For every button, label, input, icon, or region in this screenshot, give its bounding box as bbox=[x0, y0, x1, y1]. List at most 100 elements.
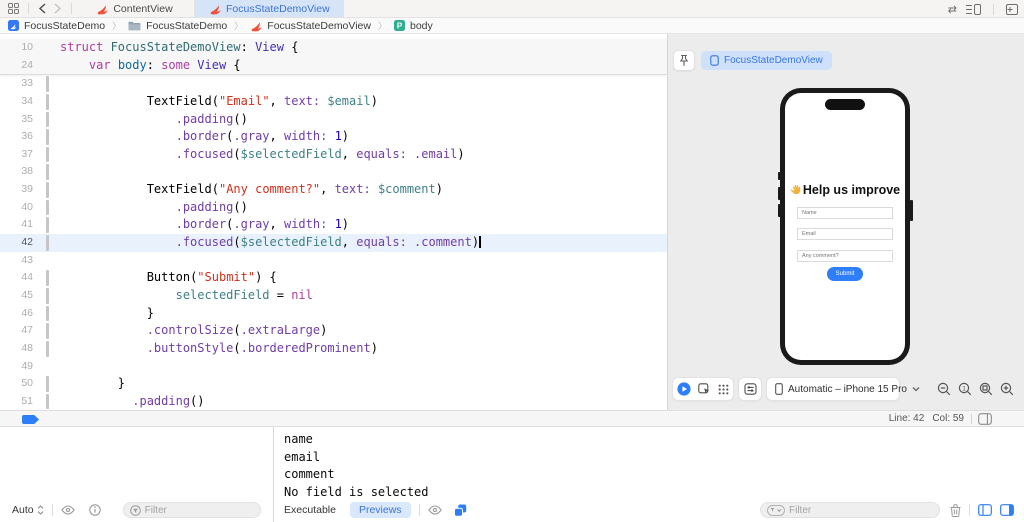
line-number[interactable]: 43 bbox=[0, 252, 40, 270]
pin-preview-button[interactable] bbox=[673, 50, 695, 71]
preview-name-field[interactable] bbox=[797, 207, 893, 219]
code-line-42[interactable]: 42 .focused($selectedField, equals: .com… bbox=[0, 234, 667, 252]
line-number[interactable]: 40 bbox=[0, 199, 40, 217]
back-button[interactable] bbox=[38, 3, 47, 14]
code-line-45[interactable]: 45 selectedField = nil bbox=[0, 287, 667, 305]
console-filter-input[interactable] bbox=[789, 505, 933, 516]
preview-comment-field[interactable] bbox=[797, 250, 893, 262]
fold-ribbon[interactable] bbox=[46, 288, 49, 304]
line-number[interactable]: 35 bbox=[0, 111, 40, 129]
fold-ribbon[interactable] bbox=[46, 76, 49, 92]
zoom-fit-button[interactable] bbox=[979, 382, 993, 396]
console-source-label[interactable]: Executable bbox=[284, 504, 336, 516]
fold-ribbon[interactable] bbox=[46, 217, 49, 233]
code-line-48[interactable]: 48 .buttonStyle(.borderedProminent) bbox=[0, 340, 667, 358]
line-number[interactable]: 37 bbox=[0, 146, 40, 164]
line-number[interactable]: 24 bbox=[0, 57, 40, 75]
code-line-38[interactable]: 38 bbox=[0, 163, 667, 181]
previews-process-pill[interactable]: Previews bbox=[350, 502, 411, 518]
line-number[interactable]: 38 bbox=[0, 163, 40, 181]
fold-ribbon[interactable] bbox=[46, 235, 49, 251]
forward-button[interactable] bbox=[53, 3, 62, 14]
code-line-37[interactable]: 37 .focused($selectedField, equals: .ema… bbox=[0, 146, 667, 164]
line-number[interactable]: 44 bbox=[0, 269, 40, 287]
fold-ribbon[interactable] bbox=[46, 323, 49, 339]
line-number[interactable]: 41 bbox=[0, 216, 40, 234]
code-line-43[interactable]: 43 bbox=[0, 252, 667, 270]
variables-filter-field[interactable] bbox=[123, 502, 261, 518]
fold-ribbon[interactable] bbox=[46, 270, 49, 286]
fold-ribbon[interactable] bbox=[46, 164, 49, 180]
line-number[interactable]: 45 bbox=[0, 287, 40, 305]
console-eye-icon[interactable] bbox=[428, 505, 442, 515]
code-line-10[interactable]: 10struct FocusStateDemoView: View { bbox=[0, 39, 667, 57]
fold-ribbon[interactable] bbox=[46, 200, 49, 216]
clear-console-icon[interactable] bbox=[950, 504, 961, 517]
line-number[interactable]: 33 bbox=[0, 75, 40, 93]
tab-FocusStateDemoView[interactable]: FocusStateDemoView bbox=[195, 0, 344, 17]
line-number[interactable]: 49 bbox=[0, 358, 40, 376]
fold-ribbon[interactable] bbox=[46, 306, 49, 322]
fold-ribbon[interactable] bbox=[46, 341, 49, 357]
line-number[interactable]: 46 bbox=[0, 305, 40, 323]
device-picker[interactable]: Automatic – iPhone 15 Pro bbox=[766, 377, 900, 401]
code-line-46[interactable]: 46 } bbox=[0, 305, 667, 323]
breadcrumb-item-body[interactable]: Pbody bbox=[394, 20, 433, 32]
tab-ContentView[interactable]: ContentView bbox=[75, 0, 195, 17]
console-mode-icon[interactable] bbox=[454, 504, 467, 517]
code-line-33[interactable]: 33 bbox=[0, 75, 667, 93]
code-line-41[interactable]: 41 .border(.gray, width: 1) bbox=[0, 216, 667, 234]
preview-email-field[interactable] bbox=[797, 228, 893, 240]
editor-layout-icon[interactable] bbox=[966, 4, 981, 15]
add-editor-icon[interactable] bbox=[1006, 4, 1018, 15]
code-line-24[interactable]: 24 var body: some View { bbox=[0, 57, 667, 75]
zoom-in-button[interactable] bbox=[1000, 382, 1014, 396]
breadcrumb-item-FocusStateDemo[interactable]: FocusStateDemo bbox=[8, 20, 105, 32]
quicklook-eye-icon[interactable] bbox=[61, 505, 75, 515]
line-number[interactable]: 34 bbox=[0, 93, 40, 111]
variables-scope-select[interactable]: Auto bbox=[12, 504, 34, 516]
show-variables-pane-icon[interactable] bbox=[978, 504, 992, 516]
editor-options-icon[interactable] bbox=[978, 413, 992, 425]
code-line-34[interactable]: 34 TextField("Email", text: $email) bbox=[0, 93, 667, 111]
variables-filter-input[interactable] bbox=[145, 505, 254, 516]
preview-submit-button[interactable]: Submit bbox=[827, 267, 863, 281]
code-line-47[interactable]: 47 .controlSize(.extraLarge) bbox=[0, 322, 667, 340]
variants-mode-button[interactable] bbox=[718, 384, 729, 395]
code-line-49[interactable]: 49 bbox=[0, 358, 667, 376]
device-settings-button[interactable] bbox=[738, 377, 762, 401]
selectable-mode-button[interactable] bbox=[698, 383, 710, 395]
line-number[interactable]: 39 bbox=[0, 181, 40, 199]
breadcrumb-item-FocusStateDemo[interactable]: FocusStateDemo bbox=[128, 20, 227, 32]
fold-ribbon[interactable] bbox=[46, 94, 49, 110]
zoom-100-button[interactable]: 1 bbox=[958, 382, 972, 396]
line-number[interactable]: 42 bbox=[0, 234, 40, 252]
line-number[interactable]: 48 bbox=[0, 340, 40, 358]
show-console-pane-icon[interactable] bbox=[1000, 504, 1014, 516]
line-number[interactable]: 10 bbox=[0, 39, 40, 57]
line-number[interactable]: 50 bbox=[0, 375, 40, 393]
code-line-44[interactable]: 44 Button("Submit") { bbox=[0, 269, 667, 287]
line-number[interactable]: 51 bbox=[0, 393, 40, 410]
breadcrumb-item-FocusStateDemoView[interactable]: FocusStateDemoView bbox=[250, 20, 371, 32]
breakpoints-toggle-icon[interactable] bbox=[22, 415, 39, 424]
fold-ribbon[interactable] bbox=[46, 376, 49, 392]
line-number[interactable]: 47 bbox=[0, 322, 40, 340]
console-filter-field[interactable] bbox=[760, 502, 940, 518]
fold-ribbon[interactable] bbox=[46, 182, 49, 198]
line-number[interactable]: 36 bbox=[0, 128, 40, 146]
code-line-39[interactable]: 39 TextField("Any comment?", text: $comm… bbox=[0, 181, 667, 199]
code-line-35[interactable]: 35 .padding() bbox=[0, 111, 667, 129]
tab-overview-icon[interactable] bbox=[8, 3, 19, 14]
code-line-51[interactable]: 51 .padding() bbox=[0, 393, 667, 410]
code-line-36[interactable]: 36 .border(.gray, width: 1) bbox=[0, 128, 667, 146]
code-line-50[interactable]: 50 } bbox=[0, 375, 667, 393]
info-icon[interactable] bbox=[89, 504, 101, 516]
zoom-out-button[interactable] bbox=[937, 382, 951, 396]
swap-editor-icon[interactable]: ⇄ bbox=[948, 3, 957, 16]
fold-ribbon[interactable] bbox=[46, 147, 49, 163]
fold-ribbon[interactable] bbox=[46, 112, 49, 128]
code-editor[interactable]: 10struct FocusStateDemoView: View {24 va… bbox=[0, 34, 667, 410]
live-preview-button[interactable] bbox=[677, 382, 691, 396]
fold-ribbon[interactable] bbox=[46, 394, 49, 410]
